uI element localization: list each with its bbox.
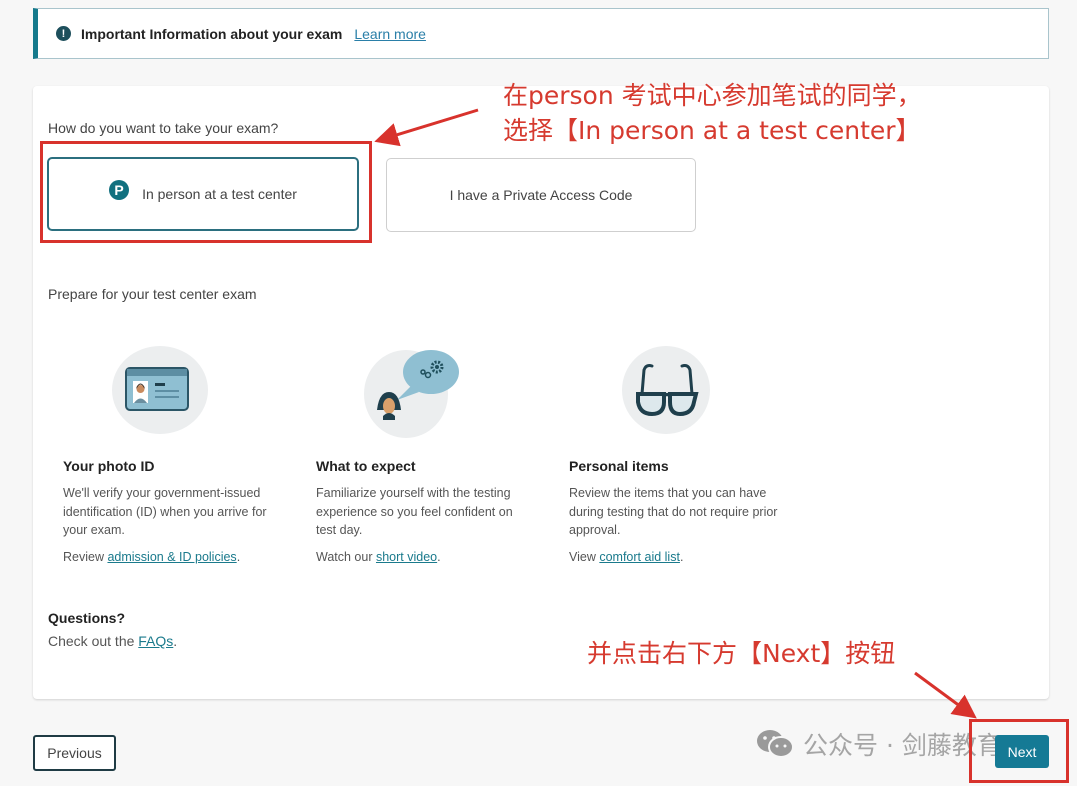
prepare-item-description: Familiarize yourself with the testing ex… <box>316 486 513 537</box>
faqs-link[interactable]: FAQs <box>138 633 173 649</box>
prepare-item-what-to-expect: What to expect Familiarize yourself with… <box>316 344 526 566</box>
watermark-text: 公众号 · 剑藤教育 <box>803 731 1002 760</box>
admission-id-policies-link[interactable]: admission & ID policies <box>107 550 236 564</box>
important-info-banner: ! Important Information about your exam … <box>33 8 1049 59</box>
link-suffix: . <box>437 549 441 564</box>
prepare-item-title: Your photo ID <box>63 458 155 474</box>
option-private-access-code[interactable]: I have a Private Access Code <box>386 158 696 232</box>
link-prefix: Watch our <box>316 549 376 564</box>
previous-button[interactable]: Previous <box>33 735 116 771</box>
prepare-item-link-line: View comfort aid list. <box>569 548 779 567</box>
prepare-item-title: Personal items <box>569 458 669 474</box>
comfort-aid-list-link[interactable]: comfort aid list <box>599 550 680 564</box>
prepare-item-link-line: Review admission & ID policies. <box>63 548 273 567</box>
link-suffix: . <box>679 549 684 564</box>
link-prefix: Review <box>63 549 108 564</box>
prepare-heading: Prepare for your test center exam <box>48 286 257 302</box>
watermark: 公众号 · 剑藤教育 <box>755 726 1002 762</box>
prepare-item-personal-items: Personal items Review the items that you… <box>569 344 779 566</box>
questions-section: Questions? Check out the FAQs. <box>48 610 177 649</box>
option-in-person[interactable]: P In person at a test center <box>47 157 359 231</box>
option-private-access-code-label: I have a Private Access Code <box>449 187 633 203</box>
questions-text: Check out the FAQs. <box>48 633 177 649</box>
exam-mode-question: How do you want to take your exam? <box>48 120 279 136</box>
learn-more-link[interactable]: Learn more <box>354 26 426 42</box>
exam-options-card: How do you want to take your exam? P In … <box>33 86 1049 699</box>
info-circle-icon: ! <box>56 26 71 41</box>
prepare-item-link-line: Watch our short video. <box>316 548 526 567</box>
pearson-logo-icon: P <box>109 180 130 200</box>
prepare-item-title: What to expect <box>316 458 416 474</box>
option-in-person-label: In person at a test center <box>142 186 297 202</box>
questions-heading: Questions? <box>48 610 126 626</box>
glasses-icon <box>614 344 724 438</box>
link-suffix: . <box>236 549 241 564</box>
wechat-icon <box>757 730 794 758</box>
alert-text: Important Information about your exam <box>81 25 343 42</box>
person-thinking-icon <box>361 344 471 438</box>
prepare-item-description: Review the items that you can have durin… <box>569 486 778 537</box>
prepare-item-description: We'll verify your government-issued iden… <box>63 486 267 537</box>
link-prefix: View <box>569 549 600 564</box>
prepare-item-photo-id: Your photo ID We'll verify your governme… <box>63 344 273 566</box>
questions-prefix: Check out the <box>48 633 139 649</box>
short-video-link[interactable]: short video <box>376 550 437 564</box>
questions-suffix: . <box>173 633 178 649</box>
id-card-icon <box>108 344 218 438</box>
next-button[interactable]: Next <box>995 735 1049 768</box>
